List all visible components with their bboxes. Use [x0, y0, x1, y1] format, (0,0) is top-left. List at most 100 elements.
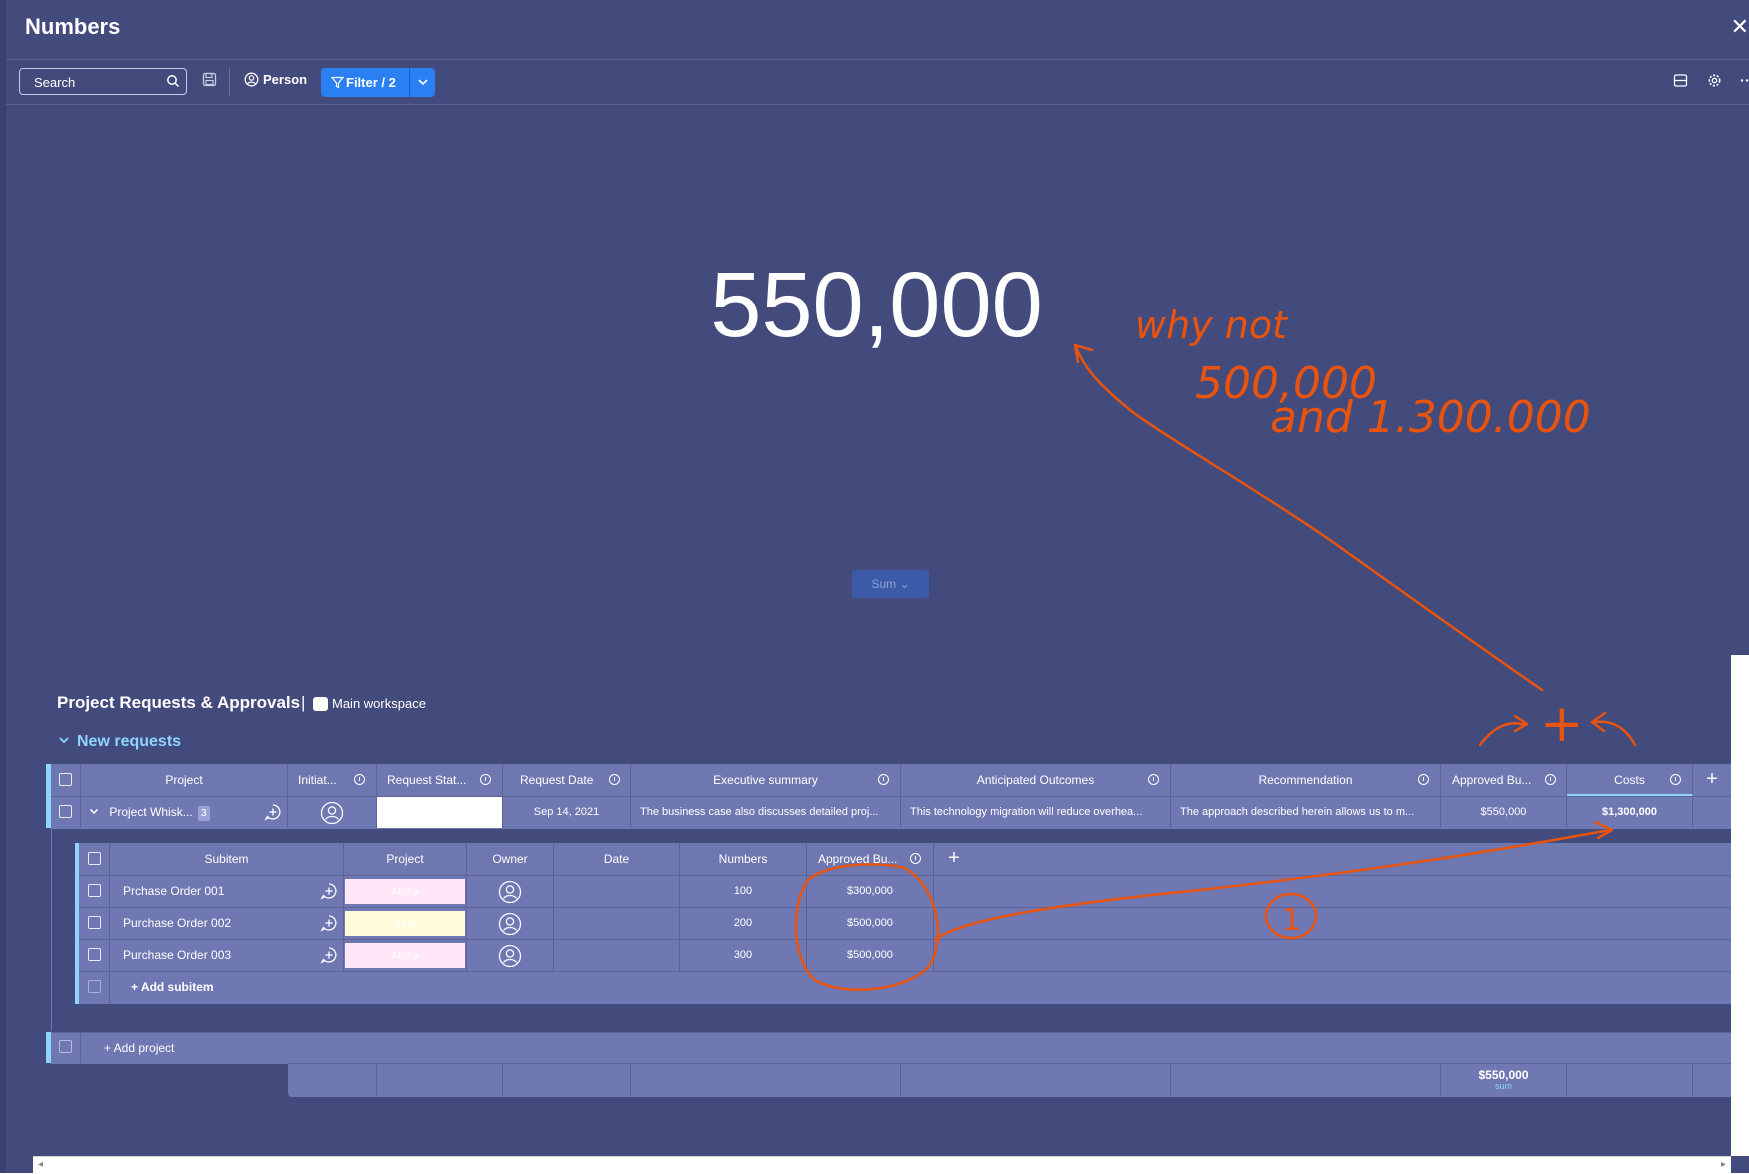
subitem-date-cell[interactable]	[554, 908, 680, 939]
save-view-icon[interactable]	[202, 72, 217, 87]
subitem-row[interactable]: Prchase Order 001 Alpha 100 $300,000	[79, 875, 1731, 908]
table-header: Project Initiat... Request Stat... Reque…	[51, 764, 1731, 796]
add-project-row[interactable]: + Add project	[51, 1032, 1731, 1064]
filter-button[interactable]: Filter / 2	[321, 68, 435, 97]
workspace-label[interactable]: Main workspace	[313, 696, 426, 711]
filter-text: Filter / 2	[346, 75, 396, 90]
subitem-date-cell[interactable]	[554, 876, 680, 907]
subitem-name[interactable]: Purchase Order 002	[110, 908, 314, 939]
info-icon[interactable]	[1148, 774, 1159, 785]
info-icon[interactable]	[1418, 774, 1429, 785]
column-header-request-date[interactable]: Request Date	[503, 764, 631, 796]
numbers-widget-value: 550,000	[0, 253, 1749, 358]
add-update-icon[interactable]	[314, 940, 344, 971]
horizontal-scrollbar[interactable]: ◂ ▸	[33, 1156, 1731, 1174]
anticipated-outcomes-cell[interactable]: This technology migration will reduce ov…	[901, 797, 1171, 828]
subitem-name[interactable]: Prchase Order 001	[110, 876, 314, 907]
subitem-select-all-checkbox[interactable]	[79, 843, 110, 875]
column-header-approved-budget[interactable]: Approved Bu...	[1441, 764, 1567, 796]
info-icon[interactable]	[354, 774, 365, 785]
summary-row: $550,000 sum	[288, 1063, 1731, 1097]
initiator-avatar[interactable]	[288, 797, 377, 828]
subitem-owner-cell[interactable]	[467, 908, 554, 939]
gear-icon[interactable]	[1707, 73, 1722, 88]
layout-icon[interactable]	[1673, 73, 1688, 88]
item-name-cell[interactable]: Project Whisk... 3	[81, 797, 258, 828]
chevron-down-icon[interactable]	[88, 805, 100, 817]
group-header[interactable]: New requests	[57, 733, 181, 751]
add-update-icon[interactable]	[258, 797, 288, 828]
executive-summary-cell[interactable]: The business case also discusses detaile…	[631, 797, 901, 828]
subitem-project-cell[interactable]: Alpha	[344, 876, 467, 907]
subitem-name[interactable]: Purchase Order 003	[110, 940, 314, 971]
column-header-anticipated-outcomes[interactable]: Anticipated Outcomes	[901, 764, 1171, 796]
add-subitem-label[interactable]: + Add subitem	[131, 972, 431, 1003]
info-icon[interactable]	[1670, 774, 1681, 785]
item-name[interactable]: Project Whisk...	[109, 805, 192, 819]
info-icon[interactable]	[910, 853, 921, 864]
column-header-recommendation[interactable]: Recommendation	[1171, 764, 1441, 796]
request-date-cell[interactable]: Sep 14, 2021	[503, 797, 631, 828]
subitem-column-header-owner[interactable]: Owner	[467, 843, 554, 875]
subitem-numbers-cell[interactable]: 200	[680, 908, 807, 939]
scroll-right-icon[interactable]: ▸	[1721, 1159, 1726, 1170]
info-icon[interactable]	[480, 774, 491, 785]
subitem-approved-cell[interactable]: $500,000	[807, 940, 934, 971]
column-header-request-status[interactable]: Request Stat...	[377, 764, 503, 796]
column-header-initiator-label: Initiat...	[298, 773, 337, 787]
column-header-executive-summary[interactable]: Executive summary	[631, 764, 901, 796]
more-icon[interactable]	[1739, 73, 1749, 88]
subitem-project-cell[interactable]: Alpha	[344, 940, 467, 971]
info-icon[interactable]	[1545, 774, 1556, 785]
close-icon[interactable]: ✕	[1731, 14, 1749, 40]
add-update-icon[interactable]	[314, 876, 344, 907]
costs-cell[interactable]: $1,300,000	[1567, 797, 1693, 828]
person-filter-button[interactable]: Person	[244, 72, 307, 87]
add-subitem-row[interactable]: + Add subitem	[79, 971, 1731, 1004]
subitem-checkbox[interactable]	[79, 940, 110, 971]
vertical-scrollbar[interactable]	[1731, 655, 1749, 1156]
search-input[interactable]: Search	[19, 68, 187, 95]
subitem-owner-cell[interactable]	[467, 876, 554, 907]
subitem-numbers-cell[interactable]: 100	[680, 876, 807, 907]
chevron-down-icon[interactable]	[416, 74, 430, 90]
subitem-project-cell[interactable]: Beta	[344, 908, 467, 939]
approved-budget-cell[interactable]: $550,000	[1441, 797, 1567, 828]
subitem-row[interactable]: Purchase Order 002 Beta 200 $500,000	[79, 907, 1731, 940]
add-subitem-column-icon[interactable]: +	[934, 843, 974, 875]
request-status-cell[interactable]	[377, 797, 503, 828]
subitem-column-header-numbers[interactable]: Numbers	[680, 843, 807, 875]
aggregate-select[interactable]: Sum ⌄	[852, 570, 929, 598]
row-checkbox[interactable]	[51, 797, 81, 828]
subitem-numbers-cell[interactable]: 300	[680, 940, 807, 971]
summary-cell	[503, 1064, 631, 1096]
subitem-column-header-subitem[interactable]: Subitem	[110, 843, 344, 875]
recommendation-cell[interactable]: The approach described herein allows us …	[1171, 797, 1441, 828]
column-header-costs[interactable]: Costs	[1567, 764, 1693, 796]
add-project-label[interactable]: + Add project	[104, 1033, 404, 1063]
subitem-owner-cell[interactable]	[467, 940, 554, 971]
subitem-checkbox[interactable]	[79, 908, 110, 939]
approved-budget-summary[interactable]: $550,000 sum	[1441, 1064, 1567, 1096]
subitem-date-cell[interactable]	[554, 940, 680, 971]
chevron-down-icon[interactable]	[57, 733, 71, 747]
table-row[interactable]: Project Whisk... 3 Sep 14, 2021 The busi…	[51, 796, 1731, 829]
info-icon[interactable]	[609, 774, 620, 785]
column-header-project[interactable]: Project	[81, 764, 288, 796]
subitem-count-badge[interactable]: 3	[198, 806, 210, 821]
scroll-left-icon[interactable]: ◂	[38, 1159, 43, 1170]
select-all-checkbox[interactable]	[51, 764, 81, 796]
subitem-checkbox[interactable]	[79, 876, 110, 907]
add-project-checkbox	[51, 1033, 81, 1063]
subitem-column-header-approved-budget[interactable]: Approved Bu...	[807, 843, 934, 875]
subitem-approved-cell[interactable]: $500,000	[807, 908, 934, 939]
subitem-column-header-project[interactable]: Project	[344, 843, 467, 875]
add-column-icon[interactable]: +	[1693, 764, 1731, 796]
subitem-row[interactable]: Purchase Order 003 Alpha 300 $500,000	[79, 939, 1731, 972]
column-header-initiator[interactable]: Initiat...	[288, 764, 377, 796]
add-update-icon[interactable]	[314, 908, 344, 939]
subitem-column-header-date[interactable]: Date	[554, 843, 680, 875]
info-icon[interactable]	[878, 774, 889, 785]
subitem-column-header-approved-label: Approved Bu...	[818, 852, 898, 866]
subitem-approved-cell[interactable]: $300,000	[807, 876, 934, 907]
